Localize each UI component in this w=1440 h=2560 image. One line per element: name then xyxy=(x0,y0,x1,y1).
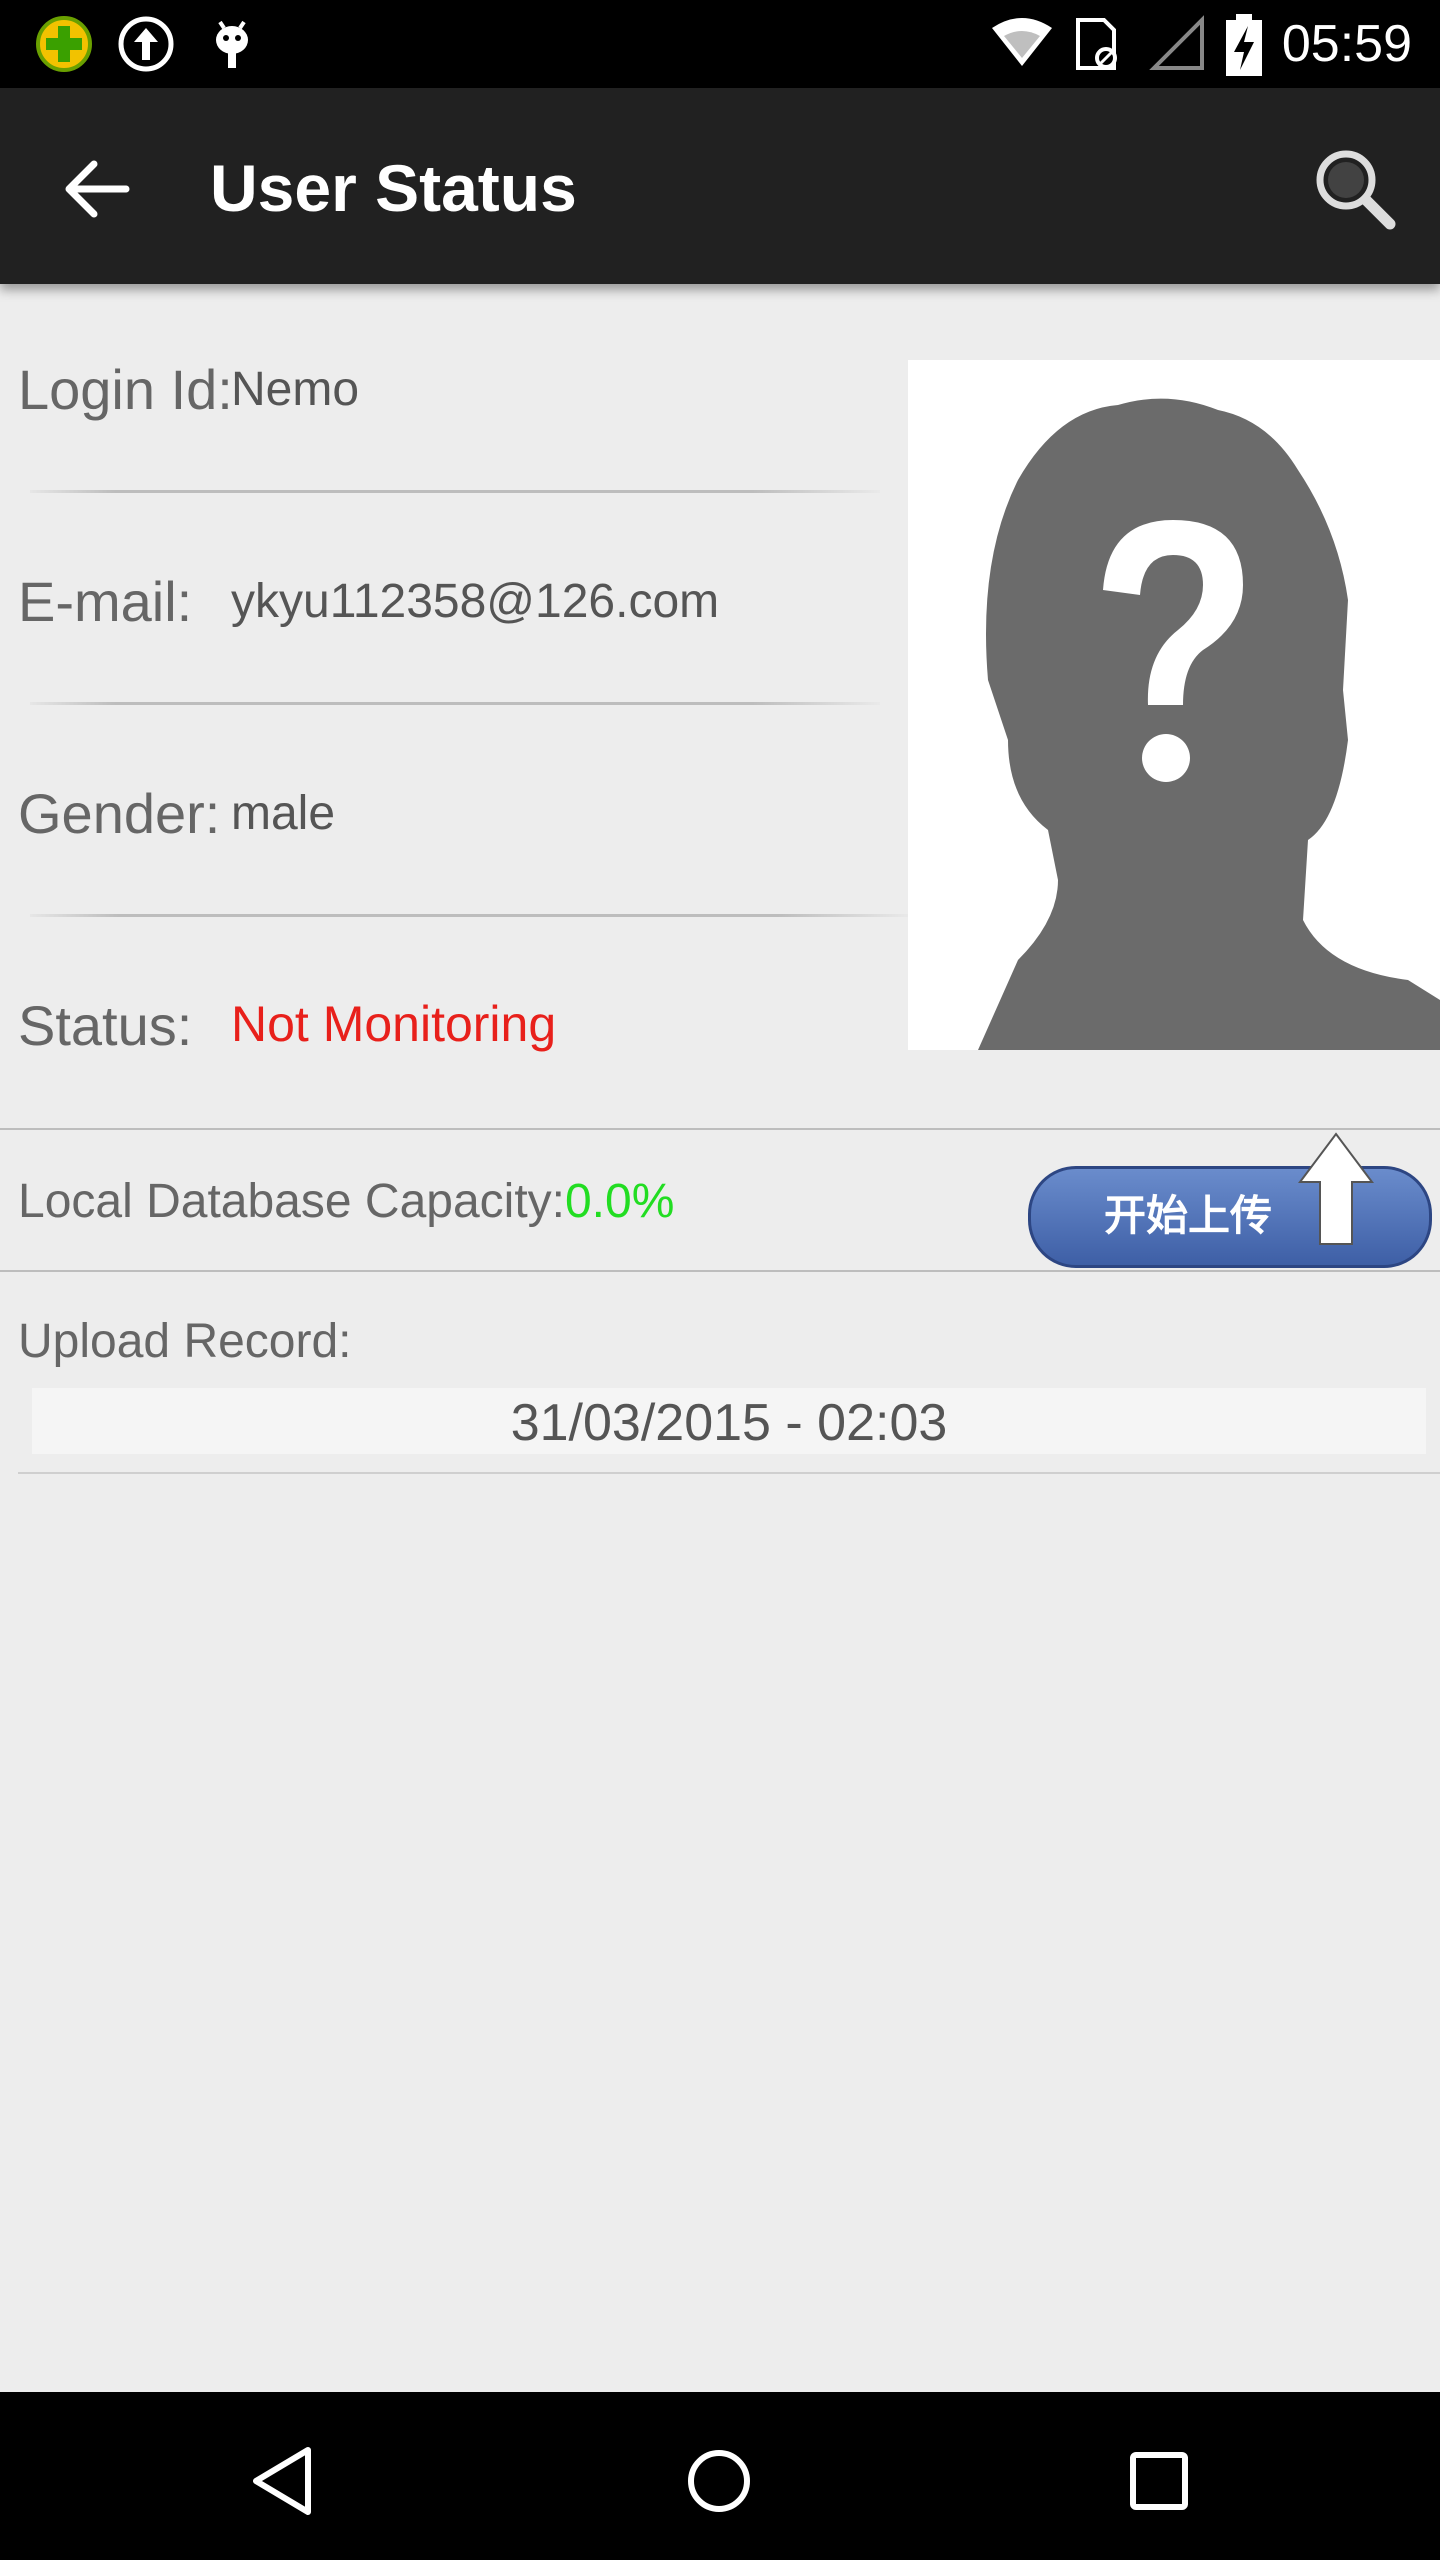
email-label: E-mail: xyxy=(18,570,193,633)
sim-card-icon xyxy=(1066,14,1126,74)
recents-square-icon xyxy=(1130,2452,1188,2510)
gender-value: male xyxy=(231,787,336,840)
battery-charging-icon xyxy=(1222,14,1266,76)
list-item[interactable]: 31/03/2015 - 02:03 xyxy=(32,1388,1426,1454)
arrow-back-icon xyxy=(65,160,130,218)
arrow-up-icon xyxy=(1298,1132,1374,1245)
status-time: 05:59 xyxy=(1281,15,1412,73)
divider xyxy=(30,490,880,493)
upload-record-label: Upload Record: xyxy=(18,1315,352,1368)
divider xyxy=(30,914,910,917)
unknown-user-silhouette-icon xyxy=(978,398,1440,1050)
back-button[interactable] xyxy=(40,134,150,244)
upload-record-entry: 31/03/2015 - 02:03 xyxy=(510,1394,948,1452)
nav-home-button[interactable] xyxy=(664,2426,774,2536)
page-title: User Status xyxy=(210,151,577,225)
nav-bar xyxy=(0,2392,1440,2560)
capacity-label: Local Database Capacity:0.0% xyxy=(18,1170,674,1234)
email-value: ykyu112358@126.com xyxy=(231,575,720,628)
signal-icon xyxy=(1148,14,1208,74)
nav-recents-button[interactable] xyxy=(1104,2426,1214,2536)
app-bar: User Status xyxy=(0,88,1440,284)
upload-circle-icon xyxy=(116,14,176,74)
status-bar: 05:59 xyxy=(0,0,1440,88)
wifi-icon xyxy=(990,14,1054,74)
capacity-label-text: Local Database Capacity: xyxy=(18,1175,565,1228)
capacity-value: 0.0% xyxy=(564,1175,675,1228)
home-circle-icon xyxy=(688,2450,750,2512)
divider xyxy=(30,702,880,705)
divider xyxy=(18,1472,1440,1474)
status-label: Status: xyxy=(18,994,193,1057)
avatar xyxy=(908,360,1440,1050)
search-button[interactable] xyxy=(1300,134,1410,244)
divider xyxy=(0,1128,1440,1130)
login-id-value: Nemo xyxy=(231,363,360,416)
login-id-label: Login Id: xyxy=(18,358,233,421)
status-value: Not Monitoring xyxy=(231,996,557,1052)
app-badge-icon xyxy=(34,14,94,74)
gender-label: Gender: xyxy=(18,782,221,845)
android-debug-icon xyxy=(202,14,262,74)
nav-back-button[interactable] xyxy=(226,2426,336,2536)
divider xyxy=(0,1270,1440,1272)
search-icon xyxy=(1316,150,1396,230)
back-triangle-icon xyxy=(253,2447,311,2515)
upload-button-label: 开始上传 xyxy=(1104,1191,1273,1240)
upload-button[interactable]: 开始上传 xyxy=(1024,1132,1434,1268)
